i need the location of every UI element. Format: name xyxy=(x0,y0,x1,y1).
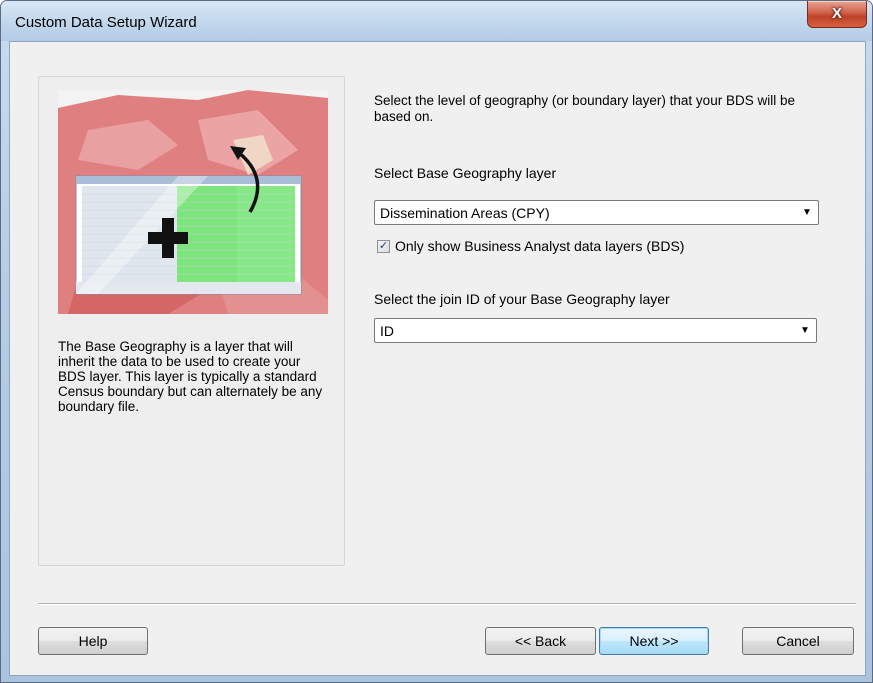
only-bds-label: Only show Business Analyst data layers (… xyxy=(395,238,685,254)
base-geography-label: Select Base Geography layer xyxy=(374,165,557,181)
base-geography-select[interactable]: Dissemination Areas (CPY) ▼ xyxy=(374,200,819,225)
close-button[interactable]: X xyxy=(807,1,867,28)
footer-separator xyxy=(38,603,856,605)
checkmark-icon: ✓ xyxy=(378,240,389,252)
instruction-text: Select the level of geography (or bounda… xyxy=(374,93,795,124)
window-title: Custom Data Setup Wizard xyxy=(15,14,197,31)
chevron-down-icon: ▼ xyxy=(800,325,810,336)
next-button[interactable]: Next >> xyxy=(599,627,709,655)
only-bds-checkbox[interactable]: ✓ xyxy=(377,240,390,253)
base-geography-value: Dissemination Areas (CPY) xyxy=(380,205,550,221)
dialog-body: The Base Geography is a layer that will … xyxy=(9,41,866,676)
chevron-down-icon: ▼ xyxy=(802,207,812,218)
base-geography-illustration xyxy=(58,90,328,314)
wizard-window: Custom Data Setup Wizard X The Base Geog… xyxy=(0,0,873,683)
info-panel: The Base Geography is a layer that will … xyxy=(38,76,345,566)
join-id-label: Select the join ID of your Base Geograph… xyxy=(374,291,670,307)
help-button[interactable]: Help xyxy=(38,627,148,655)
close-icon: X xyxy=(831,5,842,22)
illustration-image xyxy=(58,90,328,314)
join-id-select[interactable]: ID ▼ xyxy=(374,318,817,343)
cancel-button[interactable]: Cancel xyxy=(742,627,854,655)
title-bar[interactable]: Custom Data Setup Wizard X xyxy=(1,1,872,41)
join-id-value: ID xyxy=(380,323,394,339)
layer-description: The Base Geography is a layer that will … xyxy=(58,339,323,414)
back-button[interactable]: << Back xyxy=(485,627,596,655)
